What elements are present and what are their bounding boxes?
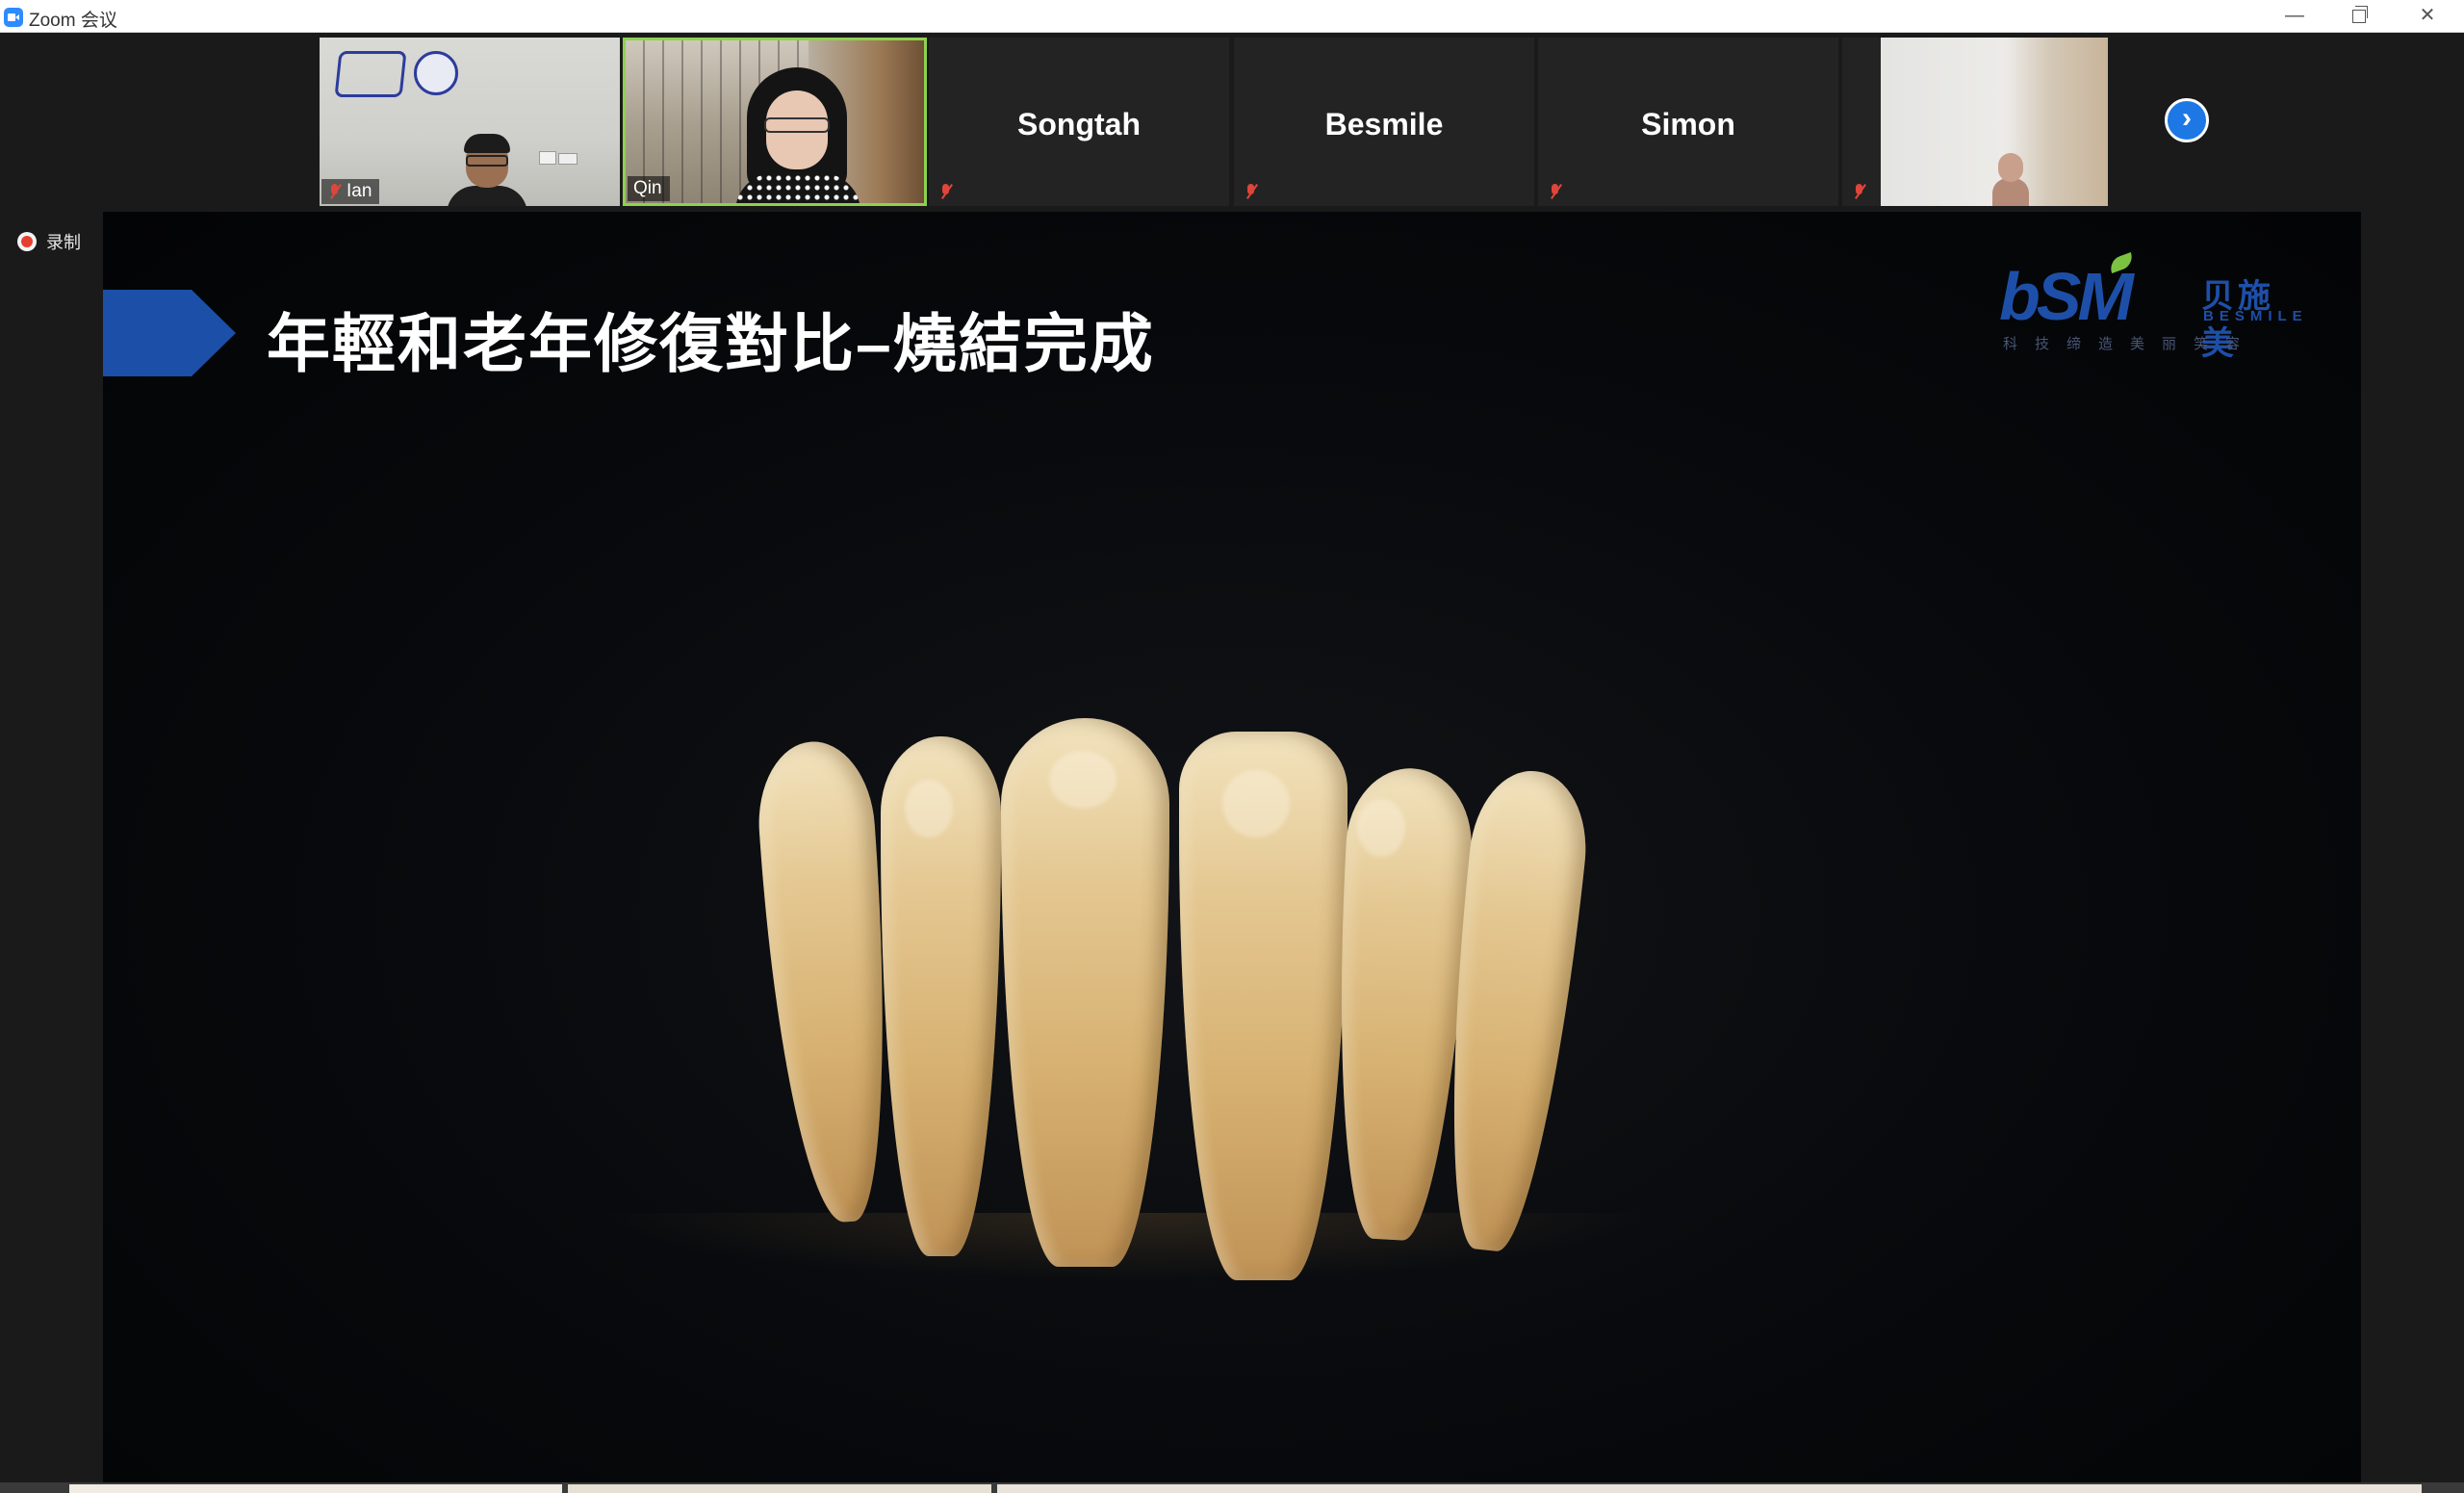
dental-teeth-model-image bbox=[664, 491, 1594, 1309]
title-arrow-decoration bbox=[103, 290, 238, 376]
participant-name: Besmile bbox=[1324, 107, 1444, 142]
window-titlebar: Zoom 会议 — ✕ bbox=[0, 0, 2464, 33]
tooth-highlight bbox=[905, 780, 953, 837]
participant-label: Ian bbox=[321, 179, 380, 204]
participant-name: Simon bbox=[1641, 107, 1735, 142]
participant-tile-ian[interactable]: Ian bbox=[320, 38, 620, 206]
window-title: Zoom 会议 bbox=[29, 11, 117, 31]
participant-gallery-strip: Ian Qin Songtah Besmile Simon › bbox=[0, 33, 2464, 212]
participant-video-6 bbox=[1881, 38, 2108, 206]
participant-tile-qin[interactable]: Qin bbox=[623, 38, 927, 206]
status-segment bbox=[997, 1484, 2422, 1493]
participant-label: Qin bbox=[628, 176, 670, 201]
participant-name: Ian bbox=[346, 181, 372, 201]
restore-icon bbox=[2352, 6, 2368, 23]
gallery-next-page-button[interactable]: › bbox=[2165, 98, 2209, 142]
participant-tile-besmile[interactable]: Besmile bbox=[1234, 38, 1534, 206]
record-icon bbox=[17, 232, 37, 251]
restore-button[interactable] bbox=[2330, 0, 2388, 33]
mic-muted-icon bbox=[327, 183, 341, 200]
participant-tile-simon[interactable]: Simon bbox=[1538, 38, 1838, 206]
close-button[interactable]: ✕ bbox=[2399, 0, 2456, 33]
tooth-highlight bbox=[1222, 770, 1290, 837]
participant-figure bbox=[1992, 153, 2029, 206]
participant-tile-songtah[interactable]: Songtah bbox=[929, 38, 1229, 206]
slide-title: 年輕和老年修復對比–燒結完成 bbox=[267, 308, 1155, 379]
wall-outlet bbox=[539, 151, 556, 165]
mic-muted-icon bbox=[1244, 183, 1257, 200]
participant-video-ian bbox=[447, 134, 527, 206]
status-segment bbox=[69, 1484, 562, 1493]
participant-name: Songtah bbox=[1017, 107, 1141, 142]
mic-muted-icon bbox=[938, 183, 952, 200]
participant-tile-6[interactable] bbox=[1842, 38, 2108, 206]
bottom-status-bar bbox=[0, 1482, 2464, 1493]
brand-name-en: BESMILE bbox=[2203, 308, 2308, 324]
mic-muted-icon bbox=[1852, 183, 1865, 200]
minimize-button[interactable]: — bbox=[2266, 0, 2323, 33]
wall-logo bbox=[334, 51, 472, 101]
brand-slogan: 科技缔造美丽笑容 bbox=[2003, 336, 2258, 352]
status-segment bbox=[568, 1484, 991, 1493]
participant-name: Qin bbox=[633, 178, 662, 198]
tooth-highlight bbox=[1049, 751, 1116, 809]
mic-muted-icon bbox=[1548, 183, 1561, 200]
participant-video-qin bbox=[735, 67, 860, 203]
besmile-logo: bSM 贝施美 BESMILE 科技缔造美丽笑容 bbox=[1995, 251, 2303, 362]
zoom-app-icon bbox=[4, 8, 23, 27]
tooth-highlight bbox=[1357, 799, 1405, 857]
wall-switch bbox=[558, 153, 578, 165]
recording-indicator[interactable]: 录制 bbox=[17, 229, 81, 254]
recording-label: 录制 bbox=[46, 233, 81, 252]
